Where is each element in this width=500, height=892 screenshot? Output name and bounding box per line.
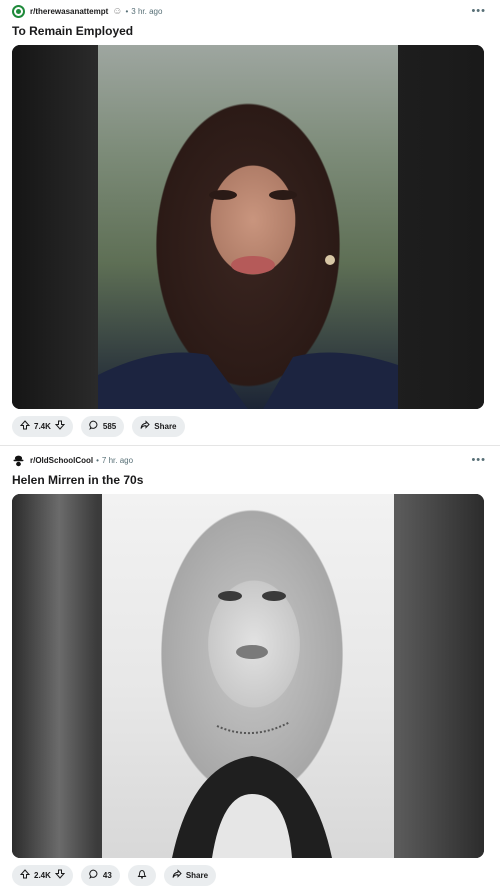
comment-count: 43 xyxy=(102,870,112,880)
vote-count: 2.4K xyxy=(34,870,51,880)
post-time: 7 hr. ago xyxy=(101,455,134,465)
comment-count: 585 xyxy=(102,421,117,431)
vote-pill: 7.4K xyxy=(12,415,73,437)
award-icon xyxy=(137,869,147,881)
post-image[interactable] xyxy=(12,45,484,409)
post-photo xyxy=(98,45,398,409)
post-header: r/OldSchoolCool • 7 hr. ago ••• xyxy=(12,449,488,471)
separator-dot: • xyxy=(96,455,99,465)
vote-count: 7.4K xyxy=(34,421,51,431)
post-header: r/therewasanattempt ☺ • 3 hr. ago ••• xyxy=(12,0,488,22)
comment-icon xyxy=(89,420,99,432)
downvote-icon[interactable] xyxy=(54,420,66,432)
subreddit-avatar-icon[interactable] xyxy=(12,4,25,18)
comments-button[interactable]: 585 xyxy=(80,415,125,437)
share-label: Share xyxy=(185,870,209,880)
share-label: Share xyxy=(154,421,177,431)
award-button[interactable] xyxy=(127,864,156,886)
snoo-icon: ☺ xyxy=(112,5,123,17)
upvote-icon[interactable] xyxy=(19,420,31,432)
subreddit-name[interactable]: r/OldSchoolCool xyxy=(30,456,93,465)
share-button[interactable]: Share xyxy=(132,415,185,437)
downvote-icon[interactable] xyxy=(54,869,66,881)
post-time: 3 hr. ago xyxy=(131,6,163,16)
comments-button[interactable]: 43 xyxy=(80,864,120,886)
subreddit-avatar-icon[interactable] xyxy=(12,454,25,467)
subreddit-name[interactable]: r/therewasanattempt xyxy=(30,7,108,16)
post-card[interactable]: r/therewasanattempt ☺ • 3 hr. ago ••• To… xyxy=(0,0,500,443)
post-title[interactable]: Helen Mirren in the 70s xyxy=(12,473,488,487)
separator-dot: • xyxy=(125,6,129,16)
post-actions: 7.4K 585 Share xyxy=(12,409,488,443)
more-options-icon[interactable]: ••• xyxy=(471,454,488,466)
post-photo xyxy=(102,494,394,858)
post-image[interactable] xyxy=(12,494,484,858)
more-options-icon[interactable]: ••• xyxy=(471,5,488,17)
vote-pill: 2.4K xyxy=(12,864,73,886)
share-icon xyxy=(172,869,182,881)
post-divider xyxy=(0,445,500,446)
comment-icon xyxy=(89,869,99,881)
post-card[interactable]: r/OldSchoolCool • 7 hr. ago ••• Helen Mi… xyxy=(0,449,500,892)
upvote-icon[interactable] xyxy=(19,869,31,881)
post-title[interactable]: To Remain Employed xyxy=(12,24,488,38)
post-actions: 2.4K 43 Share xyxy=(12,858,488,892)
feed: r/therewasanattempt ☺ • 3 hr. ago ••• To… xyxy=(0,0,500,892)
share-button[interactable]: Share xyxy=(163,864,217,886)
share-icon xyxy=(140,420,150,432)
